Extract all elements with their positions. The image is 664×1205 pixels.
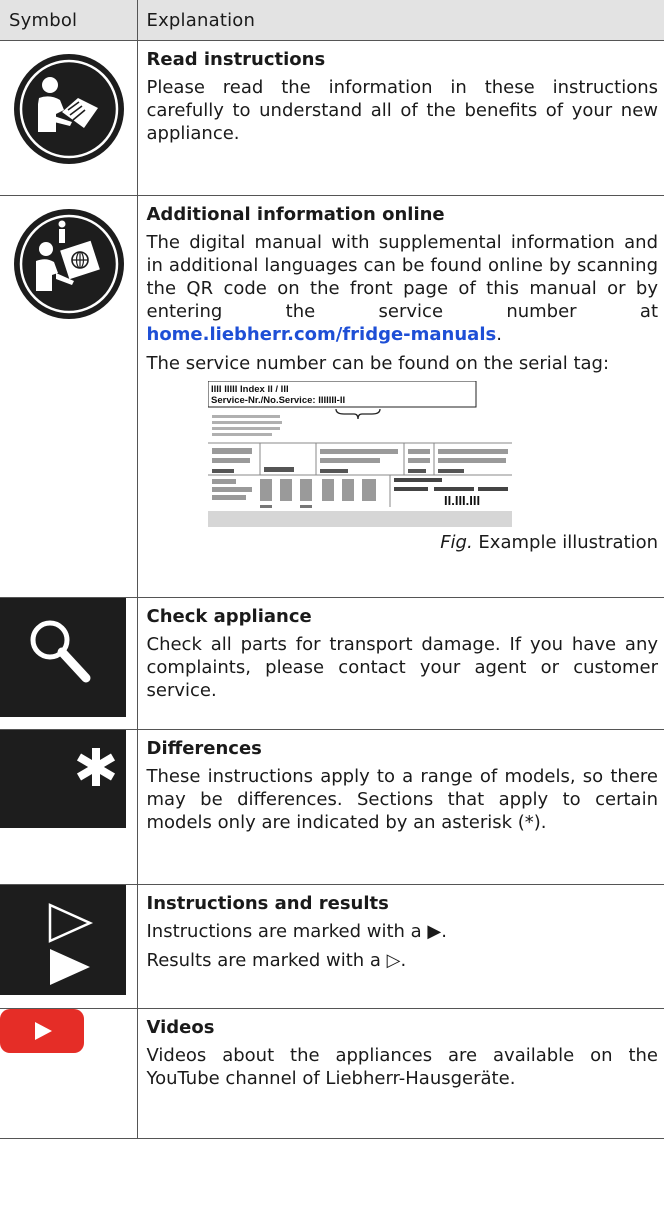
tag-line-2: Service-Nr./No.Service: IIIIIII-II	[211, 395, 345, 406]
row-title: Check appliance	[146, 606, 312, 627]
row-title: Instructions and results	[146, 893, 389, 914]
youtube-icon	[0, 1009, 84, 1053]
explanation-cell: Read instructions Please read the inform…	[136, 40, 664, 196]
explanation-cell: Differences These instructions apply to …	[136, 729, 664, 885]
row-title: Read instructions	[146, 49, 326, 70]
table-row: Videos Videos about the appliances are a…	[0, 1008, 664, 1139]
row-text: Check all parts for transport damage. If…	[146, 634, 659, 701]
header-symbol: Symbol	[0, 0, 138, 41]
row-text: The digital manual with supplemental inf…	[147, 231, 659, 346]
explanation-cell: Check appliance Check all parts for tran…	[136, 597, 664, 730]
read-instructions-icon	[14, 54, 124, 164]
row-title: Differences	[146, 738, 262, 759]
explanation-cell: Videos Videos about the appliances are a…	[136, 1008, 664, 1139]
table-row: Read instructions Please read the inform…	[0, 40, 664, 196]
table-row: Instructions and results Instructions ar…	[0, 884, 664, 1009]
row-text: These instructions apply to a range of m…	[146, 766, 659, 833]
symbol-cell	[0, 195, 138, 598]
row-text-part: The digital manual with supplemental inf…	[146, 232, 659, 322]
table-row: Check appliance Check all parts for tran…	[0, 597, 664, 730]
row-title: Videos	[146, 1017, 215, 1038]
row-text: Please read the information in these ins…	[146, 77, 659, 144]
symbol-cell	[0, 1008, 138, 1139]
header-explanation: Explanation	[136, 0, 664, 41]
serial-tag-illustration: IIII IIIII Index II / III Service-Nr./No…	[207, 381, 512, 527]
figure-caption: Fig. Example illustration	[147, 531, 658, 554]
symbol-cell	[0, 884, 138, 1009]
symbol-table: Symbol Explanation Read instructions Ple…	[0, 0, 664, 1139]
symbol-cell	[0, 597, 138, 730]
row-text-2: Results are marked with a ▷.	[146, 950, 407, 971]
instruction-result-arrows-icon	[0, 885, 126, 995]
page: Symbol Explanation Read instructions Ple…	[0, 0, 664, 1205]
table-row: Differences These instructions apply to …	[0, 729, 664, 885]
tag-line-1: IIII IIIII Index II / III	[211, 384, 289, 395]
row-text-end: .	[496, 324, 502, 345]
row-title: Additional information online	[146, 204, 445, 225]
table-header-row: Symbol Explanation	[0, 0, 664, 41]
explanation-cell: Instructions and results Instructions ar…	[136, 884, 664, 1009]
caption-text: Example illustration	[472, 532, 658, 553]
magnifier-icon	[0, 598, 126, 717]
additional-info-online-icon	[14, 209, 124, 319]
row-text: Instructions are marked with a ▶.	[146, 921, 447, 942]
symbol-cell	[0, 729, 138, 885]
table-row: Additional information online The digita…	[0, 195, 664, 598]
row-text-2: The service number can be found on the s…	[146, 353, 610, 374]
manuals-link[interactable]: home.liebherr.com/fridge-manuals	[147, 324, 497, 345]
symbol-cell	[0, 40, 138, 196]
tag-bottom-right: II.III.III	[444, 493, 480, 508]
asterisk-icon	[0, 730, 126, 828]
explanation-cell: Additional information online The digita…	[136, 195, 664, 598]
caption-prefix: Fig.	[440, 532, 473, 553]
row-text: Videos about the appliances are availabl…	[146, 1045, 659, 1089]
